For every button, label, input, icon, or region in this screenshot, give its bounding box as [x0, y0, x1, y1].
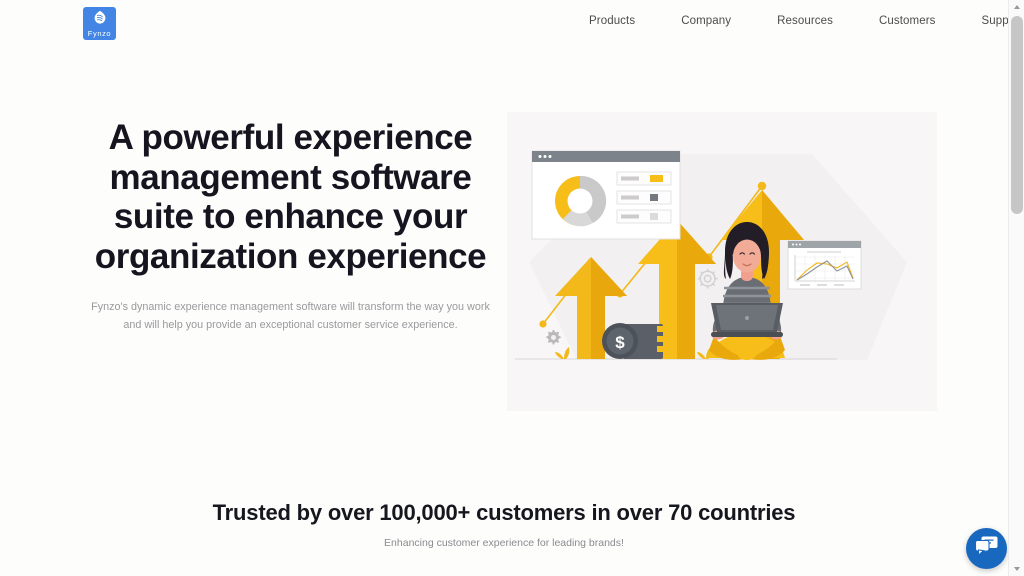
trusted-subtext: Enhancing customer experience for leadin… [384, 537, 624, 549]
hero-subheadline: Fynzo's dynamic experience management so… [91, 301, 490, 331]
brand-logo[interactable]: Fynzo [83, 7, 116, 40]
fynzo-leaf-icon [93, 10, 107, 30]
vertical-scrollbar[interactable] [1008, 0, 1024, 576]
nav-item-resources[interactable]: Resources [754, 15, 856, 27]
scroll-down-arrow[interactable] [1009, 562, 1024, 576]
scrollbar-thumb[interactable] [1011, 16, 1023, 214]
trusted-section: Trusted by over 100,000+ customers in ov… [0, 500, 1008, 549]
chevron-up-icon [1014, 5, 1020, 9]
hero-text-block: A powerful experience management softwar… [78, 118, 503, 334]
chat-bubbles-icon [974, 536, 998, 561]
chat-widget-button[interactable] [966, 528, 1007, 569]
page-root: Fynzo Products Company Resources Custome… [0, 0, 1024, 576]
site-header: Fynzo Products Company Resources Custome… [0, 0, 1022, 48]
svg-text:$: $ [615, 333, 625, 352]
nav-item-company[interactable]: Company [658, 15, 754, 27]
trend-dot [757, 181, 767, 191]
coin-stack: $ [602, 323, 665, 359]
nav-item-customers[interactable]: Customers [856, 15, 959, 27]
hero-headline: A powerful experience management softwar… [94, 118, 487, 276]
scroll-up-arrow[interactable] [1009, 0, 1024, 14]
main-navigation: Products Company Resources Customers Sup… [575, 15, 1024, 27]
donut-chart-window [531, 150, 681, 240]
chevron-down-icon [1014, 567, 1020, 571]
nav-item-products[interactable]: Products [575, 15, 658, 27]
brand-logo-text: Fynzo [87, 29, 112, 38]
line-chart-window [787, 240, 862, 290]
trusted-headline: Trusted by over 100,000+ customers in ov… [212, 500, 796, 525]
hero-illustration: $ [507, 112, 937, 411]
trend-dot [539, 320, 547, 328]
